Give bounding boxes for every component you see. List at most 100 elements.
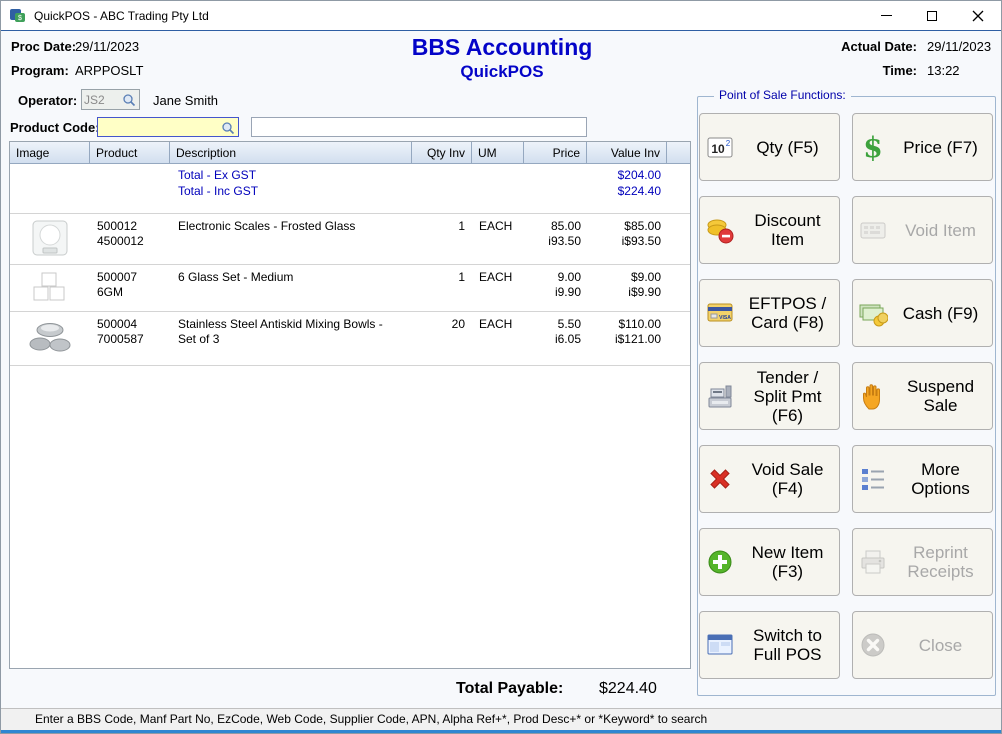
price-ex: 5.50 xyxy=(524,317,581,332)
switch-full-pos-button-label: Switch to Full POS xyxy=(741,626,834,664)
table-row[interactable]: 500012 4500012 Electronic Scales - Frost… xyxy=(10,214,690,265)
svg-text:VISA: VISA xyxy=(719,315,731,321)
void-item-button-label: Void Item xyxy=(894,221,987,240)
product-description: Electronic Scales - Frosted Glass xyxy=(170,219,412,234)
price-ex: 85.00 xyxy=(524,219,581,234)
actual-date-value: 29/11/2023 xyxy=(927,39,991,54)
qty-inv: 1 xyxy=(412,270,472,285)
product-code-label: Product Code: xyxy=(10,120,100,135)
table-rows: 500012 4500012 Electronic Scales - Frost… xyxy=(10,213,690,366)
pos-functions-grid: 102 Qty (F5) $ Price (F7) Discount Item … xyxy=(699,113,995,679)
table-header: Image Product Description Qty Inv UM Pri… xyxy=(10,142,690,164)
product-search-icon[interactable] xyxy=(221,121,235,135)
product-image-scales xyxy=(10,219,90,258)
title-bar: $ QuickPOS - ABC Trading Pty Ltd xyxy=(1,1,1001,31)
operator-code-input[interactable] xyxy=(84,91,122,108)
product-code-input[interactable] xyxy=(101,119,219,135)
printer-icon xyxy=(858,547,888,577)
svg-text:$: $ xyxy=(863,132,882,162)
price-inc: i93.50 xyxy=(524,234,581,249)
unit-measure: EACH xyxy=(472,219,524,234)
svg-text:$: $ xyxy=(18,15,22,22)
total-payable-label: Total Payable: xyxy=(456,680,563,698)
product-image-bowls xyxy=(10,317,90,356)
more-options-button[interactable]: More Options xyxy=(852,445,993,513)
col-description[interactable]: Description xyxy=(170,142,412,163)
plus-circle-icon xyxy=(705,547,735,577)
product-code-2: 6GM xyxy=(97,285,170,300)
product-code-2: 4500012 xyxy=(97,234,170,249)
operator-label: Operator: xyxy=(18,93,77,108)
product-description-field[interactable] xyxy=(251,117,587,137)
discount-coins-icon xyxy=(705,215,735,245)
svg-text:2: 2 xyxy=(726,139,731,148)
price-button[interactable]: $ Price (F7) xyxy=(852,113,993,181)
qty-button-label: Qty (F5) xyxy=(741,138,834,157)
col-um[interactable]: UM xyxy=(472,142,524,163)
total-inc-gst-label: Total - Inc GST xyxy=(178,184,258,198)
operator-search-icon[interactable] xyxy=(122,93,136,107)
window-icon xyxy=(705,630,735,660)
product-code-1: 500012 xyxy=(97,219,170,234)
close-icon xyxy=(972,10,984,22)
table-row[interactable]: 500007 6GM 6 Glass Set - Medium 1 EACH 9… xyxy=(10,265,690,312)
qty-button[interactable]: 102 Qty (F5) xyxy=(699,113,840,181)
cash-button-label: Cash (F9) xyxy=(894,304,987,323)
col-product[interactable]: Product xyxy=(90,142,170,163)
col-value-inv[interactable]: Value Inv xyxy=(587,142,667,163)
status-bar: Enter a BBS Code, Manf Part No, EzCode, … xyxy=(1,708,1002,730)
void-item-button[interactable]: Void Item xyxy=(852,196,993,264)
minimize-icon xyxy=(881,15,892,16)
product-description: Stainless Steel Antiskid Mixing Bowls - … xyxy=(170,317,412,347)
tender-split-button[interactable]: Tender / Split Pmt (F6) xyxy=(699,362,840,430)
total-payable-value: $224.40 xyxy=(599,680,657,698)
switch-full-pos-button[interactable]: Switch to Full POS xyxy=(699,611,840,679)
table-row[interactable]: 500004 7000587 Stainless Steel Antiskid … xyxy=(10,312,690,366)
cash-button[interactable]: Cash (F9) xyxy=(852,279,993,347)
maximize-button[interactable] xyxy=(909,1,955,30)
unit-measure: EACH xyxy=(472,270,524,285)
suspend-sale-button-label: Suspend Sale xyxy=(894,377,987,415)
col-image[interactable]: Image xyxy=(10,142,90,163)
eftpos-card-button[interactable]: VISA EFTPOS / Card (F8) xyxy=(699,279,840,347)
header-right-fields: Actual Date: 29/11/2023 Time: 13:22 xyxy=(841,39,991,78)
close-pos-button-label: Close xyxy=(894,636,987,655)
time-value: 13:22 xyxy=(927,63,991,78)
new-item-button[interactable]: New Item (F3) xyxy=(699,528,840,596)
operator-code-field[interactable] xyxy=(81,89,140,110)
value-inc: i$121.00 xyxy=(587,332,661,347)
product-description-input[interactable] xyxy=(255,119,581,135)
qty-inv: 20 xyxy=(412,317,472,332)
discount-item-button-label: Discount Item xyxy=(741,211,834,249)
cash-icon xyxy=(858,298,888,328)
new-item-button-label: New Item (F3) xyxy=(741,543,834,581)
qty-icon: 102 xyxy=(705,132,735,162)
value-ex: $9.00 xyxy=(587,270,661,285)
product-code-2: 7000587 xyxy=(97,332,170,347)
reprint-receipts-button[interactable]: Reprint Receipts xyxy=(852,528,993,596)
close-button[interactable] xyxy=(955,1,1001,30)
svg-text:10: 10 xyxy=(711,142,725,156)
total-inc-gst-value: $224.40 xyxy=(587,184,661,198)
close-pos-button[interactable]: Close xyxy=(852,611,993,679)
maximize-icon xyxy=(927,11,937,21)
discount-item-button[interactable]: Discount Item xyxy=(699,196,840,264)
bottom-accent-strip xyxy=(1,730,1002,734)
minimize-button[interactable] xyxy=(863,1,909,30)
col-qty-inv[interactable]: Qty Inv xyxy=(412,142,472,163)
table-body: Total - Ex GST $204.00 Total - Inc GST $… xyxy=(10,164,690,366)
price-inc: i6.05 xyxy=(524,332,581,347)
operator-name: Jane Smith xyxy=(153,93,218,108)
total-inc-gst-row: Total - Inc GST $224.40 xyxy=(10,184,690,200)
product-code-field[interactable] xyxy=(97,117,239,137)
suspend-sale-button[interactable]: Suspend Sale xyxy=(852,362,993,430)
col-price[interactable]: Price xyxy=(524,142,587,163)
hand-icon xyxy=(858,381,888,411)
unit-measure: EACH xyxy=(472,317,524,332)
product-code-1: 500004 xyxy=(97,317,170,332)
quickpos-window: $ QuickPOS - ABC Trading Pty Ltd Proc Da… xyxy=(0,0,1002,734)
red-cross-icon xyxy=(705,464,735,494)
void-sale-button[interactable]: Void Sale (F4) xyxy=(699,445,840,513)
time-label: Time: xyxy=(841,63,917,78)
eftpos-card-button-label: EFTPOS / Card (F8) xyxy=(741,294,834,332)
